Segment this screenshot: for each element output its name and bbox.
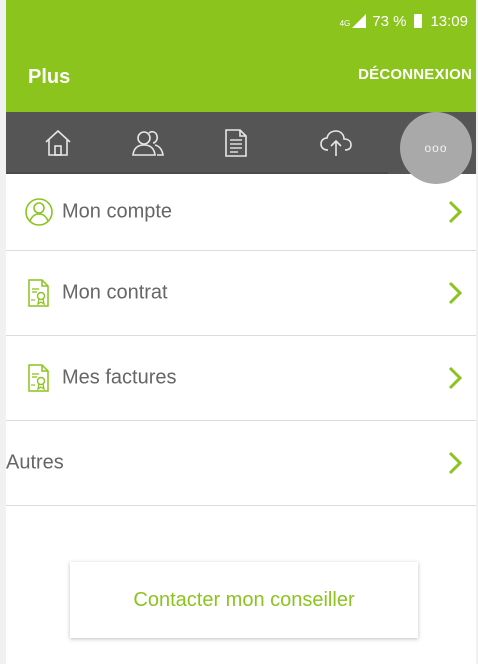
menu-list: Mon compte Mon contrat Mes factures Autr… [6,174,476,506]
chevron-right-icon [448,200,463,224]
menu-item-label: Mon compte [62,200,173,223]
document-icon [225,129,247,157]
tab-bar: ooo [6,112,476,184]
menu-item-label: Mes factures [62,366,177,389]
page-title: Plus [28,66,71,88]
menu-item-label: Mon contrat [62,281,168,304]
menu-item-mon-compte[interactable]: Mon compte [6,174,476,251]
logout-button[interactable]: DÉCONNEXION [358,66,472,83]
people-icon [132,130,164,156]
home-icon [45,129,71,156]
status-bar: 4G 73 % 13:09 [340,10,468,32]
signal-icon: 4G [340,14,367,28]
cloud-upload-icon [320,130,352,156]
menu-item-mon-contrat[interactable]: Mon contrat [6,251,476,336]
chevron-right-icon [448,281,463,305]
certificate-icon [24,363,54,393]
menu-item-autres[interactable]: Autres [6,421,476,506]
certificate-icon [24,278,54,308]
app-container: 4G 73 % 13:09 Plus DÉCONNEXION ooo Mon c… [6,0,476,664]
battery-percent: 73 % [372,12,407,30]
app-header: 4G 73 % 13:09 Plus DÉCONNEXION [6,0,476,112]
chevron-right-icon [448,451,463,475]
contact-advisor-label: Contacter mon conseiller [133,588,355,611]
user-circle-icon [24,197,54,227]
chevron-right-icon [448,366,463,390]
network-type: 4G [339,19,351,28]
contact-advisor-button[interactable]: Contacter mon conseiller [70,562,418,638]
tab-more[interactable]: ooo [396,112,476,184]
tab-document[interactable] [206,112,266,174]
clock: 13:09 [430,12,468,30]
battery-icon [414,14,423,28]
tab-cloud[interactable] [306,112,366,174]
more-label: ooo [424,141,448,155]
tab-people[interactable] [118,112,178,174]
menu-item-label: Autres [6,451,64,474]
screen: 4G 73 % 13:09 Plus DÉCONNEXION ooo Mon c… [0,0,478,664]
menu-item-mes-factures[interactable]: Mes factures [6,336,476,421]
tab-home[interactable] [28,112,88,174]
